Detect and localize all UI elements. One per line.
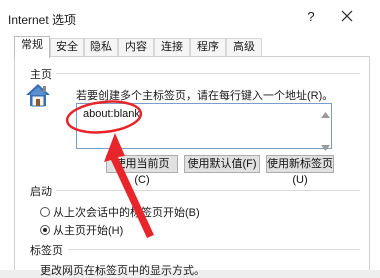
homepage-address-input[interactable] — [76, 103, 332, 149]
tab-security[interactable]: 安全 — [50, 38, 84, 57]
tab-programs[interactable]: 程序 — [190, 38, 226, 57]
tabs-section-title: 标签页 — [30, 245, 63, 257]
title-bar: Internet 选项 ? — [0, 0, 380, 34]
tabs-description: 更改网页在标签页中的显示方式。 — [40, 265, 205, 277]
scroll-down-icon[interactable] — [321, 140, 330, 151]
tab-content[interactable]: 内容 — [118, 38, 154, 57]
scroll-up-icon[interactable] — [321, 107, 330, 118]
tab-general[interactable]: 常规 — [14, 36, 50, 58]
use-current-button[interactable]: 使用当前页(C) — [106, 155, 178, 186]
section-divider — [56, 190, 360, 191]
tab-privacy[interactable]: 隐私 — [84, 38, 118, 57]
tab-advanced[interactable]: 高级 — [226, 38, 262, 57]
homepage-description: 若要创建多个主标签页，请在每行键入一个地址(R)。 — [76, 90, 334, 102]
use-new-tab-button[interactable]: 使用新标签页(U) — [266, 155, 334, 186]
radio-last-session[interactable] — [40, 207, 50, 217]
section-divider — [68, 249, 360, 250]
close-icon[interactable] — [338, 7, 356, 25]
last-session-label: 从上次会话中的标签页开始(B) — [53, 207, 200, 219]
startup-last-session-option[interactable]: 从上次会话中的标签页开始(B) — [40, 204, 200, 220]
homepage-option-label: 从主页开始(H) — [53, 225, 124, 237]
window-title: Internet 选项 — [8, 13, 77, 27]
startup-section-title: 启动 — [30, 186, 52, 198]
tab-strip: 常规 安全 隐私 内容 连接 程序 高级 — [14, 36, 372, 58]
radio-homepage[interactable] — [40, 225, 50, 235]
homepage-section-title: 主页 — [30, 69, 52, 81]
startup-homepage-option[interactable]: 从主页开始(H) — [40, 222, 123, 238]
help-button[interactable]: ? — [304, 9, 318, 24]
use-default-button[interactable]: 使用默认值(F) — [184, 155, 260, 173]
home-icon — [24, 82, 52, 108]
section-divider — [56, 73, 360, 74]
internet-options-dialog: Internet 选项 ? 常规 安全 隐私 内容 连接 程序 高级 主页 若要… — [0, 0, 380, 277]
tab-connections[interactable]: 连接 — [154, 38, 190, 57]
